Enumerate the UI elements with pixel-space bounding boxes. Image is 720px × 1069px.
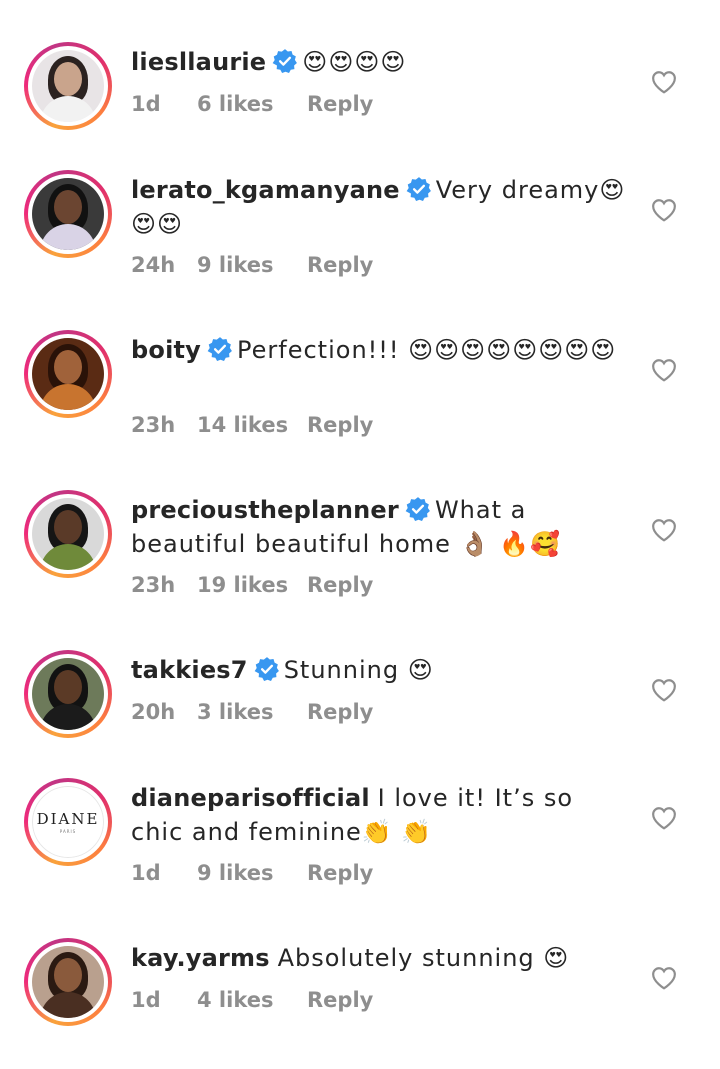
story-ring[interactable] (24, 938, 112, 1026)
heart-outline-icon[interactable] (651, 70, 677, 94)
username[interactable]: liesllaurie (131, 48, 266, 76)
verified-badge-icon (406, 177, 431, 202)
avatar[interactable] (32, 338, 104, 410)
like-count[interactable]: 4 likes (197, 988, 307, 1012)
heart-outline-icon[interactable] (651, 806, 677, 830)
comment-body: liesllaurie 😍😍😍😍 (131, 45, 631, 79)
like-count[interactable]: 9 likes (197, 861, 307, 885)
reply-button[interactable]: Reply (307, 413, 373, 437)
heart-outline-icon[interactable] (651, 198, 677, 222)
comment-meta: 23h 14 likes Reply (131, 413, 373, 437)
comment-body: lerato_kgamanyane Very dreamy😍😍😍 (131, 173, 631, 241)
comment-time: 20h (131, 700, 176, 724)
like-count[interactable]: 9 likes (197, 253, 307, 277)
like-count[interactable]: 3 likes (197, 700, 307, 724)
story-ring[interactable] (24, 42, 112, 130)
comment-meta: 1d 9 likes Reply (131, 861, 373, 885)
verified-badge-icon (254, 657, 279, 682)
comment-meta: 24h 9 likes Reply (131, 253, 373, 277)
comment-body: precioustheplanner What a beautiful beaut… (131, 493, 631, 561)
avatar[interactable] (32, 50, 104, 122)
avatar[interactable] (32, 498, 104, 570)
comment-time: 1d (131, 92, 161, 116)
brand-logo: DIANE PARIS (32, 786, 104, 858)
verified-badge-icon (272, 49, 298, 74)
comment-time: 1d (131, 988, 161, 1012)
heart-outline-icon[interactable] (651, 966, 677, 990)
reply-button[interactable]: Reply (307, 253, 373, 277)
comment-meta: 23h 19 likes Reply (131, 573, 373, 597)
reply-button[interactable]: Reply (307, 573, 373, 597)
comment-body: boity Perfection!!! 😍😍😍😍😍😍😍😍 (131, 333, 631, 367)
username[interactable]: lerato_kgamanyane (131, 176, 400, 204)
username[interactable]: precioustheplanner (131, 496, 399, 524)
verified-badge-icon (405, 497, 430, 522)
story-ring[interactable] (24, 330, 112, 418)
comment-time: 23h (131, 573, 176, 597)
username[interactable]: takkies7 (131, 656, 248, 684)
avatar[interactable] (32, 178, 104, 250)
comment-text: Absolutely stunning 😍 (277, 944, 570, 972)
comment-body: dianeparisofficial I love it! It’s so ch… (131, 781, 631, 849)
comment-text: 😍😍😍😍 (302, 48, 407, 76)
story-ring[interactable]: DIANE PARIS (24, 778, 112, 866)
heart-outline-icon[interactable] (651, 358, 677, 382)
comment-body: kay.yarms Absolutely stunning 😍 (131, 941, 631, 975)
like-count[interactable]: 19 likes (197, 573, 307, 597)
reply-button[interactable]: Reply (307, 92, 373, 116)
comment-meta: 1d 4 likes Reply (131, 988, 373, 1012)
verified-badge-icon (207, 337, 232, 362)
comment-text: Stunning 😍 (283, 656, 434, 684)
comment-time: 23h (131, 413, 176, 437)
comment-meta: 1d 6 likes Reply (131, 92, 373, 116)
story-ring[interactable] (24, 170, 112, 258)
heart-outline-icon[interactable] (651, 518, 677, 542)
story-ring[interactable] (24, 650, 112, 738)
avatar[interactable] (32, 946, 104, 1018)
like-count[interactable]: 14 likes (197, 413, 307, 437)
avatar[interactable]: DIANE PARIS (32, 786, 104, 858)
story-ring[interactable] (24, 490, 112, 578)
username[interactable]: dianeparisofficial (131, 784, 370, 812)
username[interactable]: kay.yarms (131, 944, 270, 972)
comment-time: 1d (131, 861, 161, 885)
reply-button[interactable]: Reply (307, 700, 373, 724)
heart-outline-icon[interactable] (651, 678, 677, 702)
comment-meta: 20h 3 likes Reply (131, 700, 373, 724)
comment-text: Perfection!!! 😍😍😍😍😍😍😍😍 (237, 336, 617, 364)
reply-button[interactable]: Reply (307, 861, 373, 885)
comment-body: takkies7 Stunning 😍 (131, 653, 631, 687)
brand-logo-subtext: PARIS (59, 829, 77, 834)
reply-button[interactable]: Reply (307, 988, 373, 1012)
like-count[interactable]: 6 likes (197, 92, 307, 116)
username[interactable]: boity (131, 336, 201, 364)
avatar[interactable] (32, 658, 104, 730)
brand-logo-text: DIANE (36, 810, 100, 828)
comment-time: 24h (131, 253, 176, 277)
